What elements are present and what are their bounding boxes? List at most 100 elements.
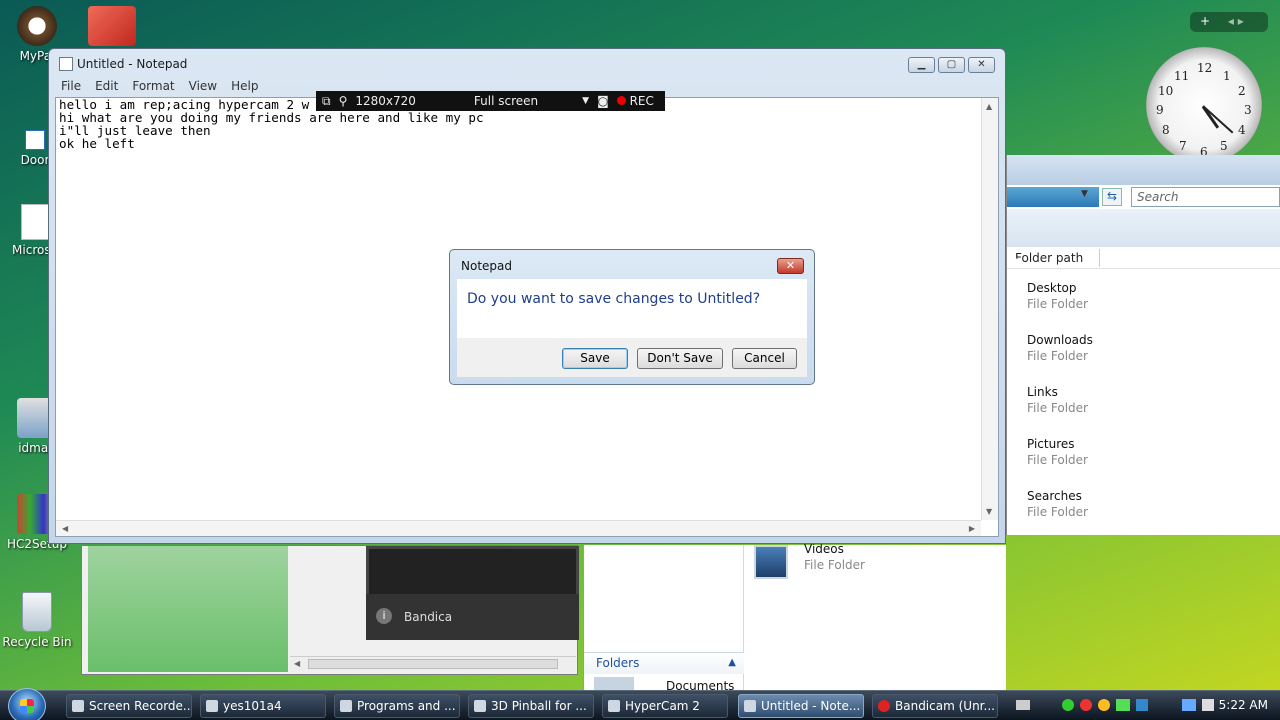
taskbar-item-notepad[interactable]: Untitled - Note... <box>738 694 864 718</box>
start-button[interactable] <box>8 688 46 720</box>
partial-documents-item[interactable] <box>594 677 634 690</box>
folder-item-desktop[interactable]: Desktop File Folder <box>1027 281 1088 311</box>
search-icon[interactable]: ⚲ <box>339 94 348 108</box>
clock-number: 7 <box>1179 139 1187 153</box>
folder-type: File Folder <box>1027 401 1088 415</box>
folder-type: File Folder <box>1027 297 1088 311</box>
dialog-close-button[interactable]: ✕ <box>777 258 804 274</box>
folder-item-videos[interactable]: Videos File Folder <box>804 542 865 572</box>
rec-label: REC <box>629 94 654 108</box>
recorder-toolbar[interactable]: ⧉ ⚲ 1280x720 Full screen ▼ ◙ REC <box>316 91 665 111</box>
tray-icon-green[interactable] <box>1062 699 1074 711</box>
tray-icon-shield[interactable] <box>1098 699 1110 711</box>
taskbar-item-hypercam[interactable]: HyperCam 2 <box>602 694 728 718</box>
scroll-left-arrow[interactable]: ◀ <box>62 524 68 533</box>
folders-pane-toggle[interactable]: Folders ▲ <box>584 652 744 674</box>
app-icon <box>206 700 218 712</box>
taskbar-item-screen-recorder[interactable]: Screen Recorde... <box>66 694 192 718</box>
column-header-folder-path[interactable]: Folder path <box>1015 251 1083 265</box>
chevron-down-icon[interactable]: ▼ <box>582 96 589 106</box>
bandicam-scrollbar[interactable]: ◀ <box>290 656 576 672</box>
record-button[interactable]: REC <box>616 94 654 108</box>
menu-file[interactable]: File <box>61 79 81 97</box>
vertical-scrollbar[interactable]: ▲ ▼ <box>981 98 998 520</box>
search-input[interactable]: Search <box>1131 187 1280 207</box>
capture-mode-select[interactable]: Full screen <box>474 94 538 108</box>
horizontal-scrollbar[interactable]: ◀ ▶ <box>56 520 981 536</box>
task-label: Untitled - Note... <box>761 699 861 713</box>
document-icon <box>21 204 49 240</box>
close-button[interactable]: ✕ <box>968 57 995 73</box>
scroll-right-arrow[interactable]: ▶ <box>969 524 975 533</box>
maximize-button[interactable]: ▢ <box>938 57 965 73</box>
dialog-title: Notepad <box>461 259 512 273</box>
folder-item-downloads[interactable]: Downloads File Folder <box>1027 333 1093 363</box>
app-icon <box>474 700 486 712</box>
app-icon <box>878 700 890 712</box>
menu-edit[interactable]: Edit <box>95 79 118 97</box>
tray-icon-bandicam[interactable] <box>1080 699 1092 711</box>
column-divider[interactable] <box>1099 249 1100 267</box>
folder-name: Downloads <box>1027 333 1093 347</box>
chevron-down-icon[interactable]: ▼ <box>1081 189 1088 199</box>
refresh-icon: ⇆ <box>1106 189 1118 203</box>
save-button[interactable]: Save <box>562 348 628 369</box>
save-changes-dialog[interactable]: Notepad ✕ Do you want to save changes to… <box>449 249 815 385</box>
scroll-left-arrow[interactable]: ◀ <box>294 659 300 668</box>
taskbar-item-bandicam[interactable]: Bandicam (Unr... <box>872 694 998 718</box>
scroll-thumb[interactable] <box>308 659 558 669</box>
dont-save-button[interactable]: Don't Save <box>637 348 723 369</box>
task-label: Bandicam (Unr... <box>895 699 995 713</box>
app-icon <box>608 700 620 712</box>
explorer-window[interactable]: ▼ ⇆ Search Folder path Desktop File Fold… <box>1006 155 1280 535</box>
folder-type: File Folder <box>804 558 865 572</box>
gadget-nav-arrows[interactable]: ◂ ▸ <box>1228 14 1244 28</box>
menu-view[interactable]: View <box>189 79 217 97</box>
task-label: Screen Recorde... <box>89 699 192 713</box>
dialog-message: Do you want to save changes to Untitled? <box>467 291 761 307</box>
explorer-lower-pane[interactable]: Videos File Folder Folders ▲ Documents <box>583 542 1006 690</box>
recycle-bin-icon <box>22 592 52 632</box>
menu-format[interactable]: Format <box>132 79 174 97</box>
column-header-row: Folder path <box>1007 247 1280 269</box>
windows-logo-icon <box>20 699 34 713</box>
scroll-down-arrow[interactable]: ▼ <box>986 507 992 516</box>
folder-item-pictures[interactable]: Pictures File Folder <box>1027 437 1088 467</box>
folder-name: Searches <box>1027 489 1082 503</box>
keyboard-icon[interactable] <box>1016 700 1030 710</box>
tray-icon-network[interactable] <box>1116 699 1130 711</box>
sidebar-gadget-controls[interactable]: + ◂ ▸ <box>1190 12 1268 32</box>
tray-icon-display[interactable] <box>1182 699 1196 711</box>
folder-item-links[interactable]: Links File Folder <box>1027 385 1088 415</box>
clock-number: 11 <box>1174 69 1190 83</box>
taskbar-item-pinball[interactable]: 3D Pinball for ... <box>468 694 594 718</box>
taskbar-item-yes101a4[interactable]: yes101a4 <box>200 694 326 718</box>
dialog-footer: Save Don't Save Cancel <box>457 338 807 377</box>
app-red-icon[interactable] <box>88 6 136 46</box>
bandicam-window[interactable]: i Bandica ◀ <box>81 545 579 675</box>
refresh-button[interactable]: ⇆ <box>1102 188 1122 206</box>
clock-number: 3 <box>1244 103 1252 117</box>
window-mode-icon[interactable]: ⧉ <box>322 94 331 109</box>
menu-help[interactable]: Help <box>231 79 258 97</box>
app-icon <box>72 700 84 712</box>
cancel-button[interactable]: Cancel <box>732 348 797 369</box>
desktop-icon-recycle-bin[interactable]: Recycle Bin <box>2 592 72 649</box>
text-line: ok he left <box>59 136 135 151</box>
notepad-icon <box>59 57 73 71</box>
add-gadget-button[interactable]: + <box>1200 14 1210 28</box>
camera-icon[interactable]: ◙ <box>597 94 609 108</box>
volume-muted-icon[interactable] <box>1202 699 1214 711</box>
taskbar-clock[interactable]: 5:22 AM <box>1219 698 1268 712</box>
folder-name: Desktop <box>1027 281 1077 295</box>
scroll-up-arrow[interactable]: ▲ <box>986 102 992 111</box>
minimize-button[interactable]: ▁ <box>908 57 935 73</box>
folder-item-searches[interactable]: Searches File Folder <box>1027 489 1088 519</box>
bandicam-info-text: Bandica <box>404 610 453 624</box>
videos-folder-icon <box>754 545 788 579</box>
explorer-titlebar[interactable] <box>1007 155 1280 185</box>
clock-gadget[interactable]: 12 1 2 3 4 5 6 7 8 9 10 11 <box>1146 47 1262 163</box>
clock-number: 9 <box>1156 103 1164 117</box>
tray-icon-sync[interactable] <box>1136 699 1148 711</box>
taskbar-item-programs[interactable]: Programs and ... <box>334 694 460 718</box>
